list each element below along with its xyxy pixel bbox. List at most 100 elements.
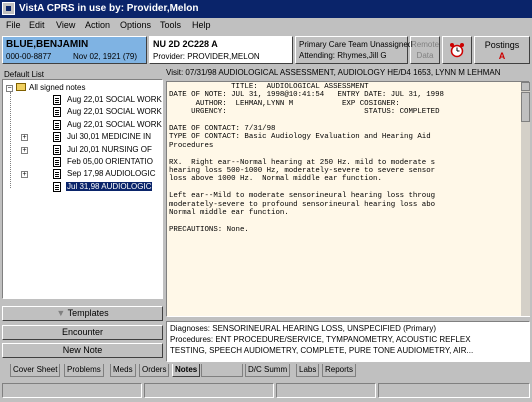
- diagnoses-line: Diagnoses: SENSORINEURAL HEARING LOSS, U…: [170, 324, 436, 333]
- note-line: loss above 1000 Hz. Normal middle ear fu…: [169, 175, 382, 184]
- templates-button[interactable]: ▼ Templates: [2, 306, 163, 321]
- tab-notes[interactable]: Notes: [172, 364, 201, 377]
- note-line: RX. Right ear--Normal hearing at 250 Hz.…: [169, 158, 436, 167]
- status-cell-2: [144, 383, 274, 398]
- folder-icon: [16, 83, 26, 91]
- note-document-icon: [53, 95, 61, 105]
- provider-name: Provider: PROVIDER,MELON: [153, 52, 260, 61]
- tree-note-label: Jul 30,01 MEDICINE IN: [67, 132, 152, 142]
- new-note-button[interactable]: New Note: [2, 343, 163, 358]
- postings-flag: A: [498, 51, 506, 61]
- menu-bar: File Edit View Action Options Tools Help: [0, 18, 532, 34]
- attending-name: Attending: Rhymes,Jill G: [299, 51, 387, 60]
- status-cell-4: [378, 383, 530, 398]
- encounter-label: Encounter: [61, 327, 104, 337]
- note-document-icon: [53, 119, 61, 130]
- note-document-icon: [53, 132, 61, 143]
- primary-care-button[interactable]: Primary Care Team Unassigned Attending: …: [295, 36, 412, 64]
- remote-data-button[interactable]: Remote Data: [410, 36, 440, 64]
- note-document-icon: [53, 157, 61, 167]
- tree-note-label: Jul 20,01 NURSING OF: [67, 144, 152, 154]
- tab-consults[interactable]: [201, 364, 243, 377]
- app-icon[interactable]: [2, 2, 15, 15]
- new-note-label: New Note: [62, 345, 103, 355]
- menu-view[interactable]: View: [56, 20, 75, 30]
- tab-problems[interactable]: Problems: [64, 364, 104, 377]
- tab-meds[interactable]: Meds: [110, 364, 136, 377]
- scroll-thumb[interactable]: [521, 92, 530, 122]
- note-line: TYPE OF CONTACT: Basic Audiology Evaluat…: [169, 133, 431, 142]
- menu-action[interactable]: Action: [85, 20, 110, 30]
- menu-file[interactable]: File: [6, 20, 21, 30]
- menu-options[interactable]: Options: [120, 20, 151, 30]
- note-document-icon: [53, 169, 61, 180]
- window-title: VistA CPRS in use by: Provider,Melon: [19, 3, 199, 14]
- remote-label: Remote: [411, 40, 440, 49]
- patient-ssn: 000-00-8877: [6, 52, 52, 61]
- notes-tree[interactable]: − All signed notes Aug 22,01 SOCIAL WORK…: [2, 79, 163, 299]
- status-bar: [0, 380, 532, 402]
- chart-tabs: Cover Sheet Problems Meds Orders Notes D…: [0, 364, 532, 377]
- note-line: DATE OF NOTE: JUL 31, 1998@10:41:54 ENTR…: [169, 91, 444, 100]
- tree-note-label: Aug 22,01 SOCIAL WORK: [67, 95, 162, 104]
- note-text-area[interactable]: TITLE: AUDIOLOGICAL ASSESSMENT DATE OF N…: [166, 81, 530, 317]
- status-cell-3: [276, 383, 376, 398]
- note-scrollbar[interactable]: [521, 82, 530, 316]
- alarm-clock-icon: [450, 43, 464, 58]
- note-line: URGENCY: STATUS: COMPLETED: [169, 108, 440, 117]
- menu-tools[interactable]: Tools: [160, 20, 181, 30]
- visit-header: Visit: 07/31/98 AUDIOLOGICAL ASSESSMENT,…: [166, 68, 501, 77]
- tree-note-label: Feb 05,00 ORIENTATIO: [67, 157, 153, 166]
- note-line: AUTHOR: LEHMAN,LYNN M EXP COSIGNER:: [169, 99, 400, 108]
- procedures-line-2: TESTING, SPEECH AUDIOMETRY, COMPLETE, PU…: [170, 346, 474, 355]
- tab-reports[interactable]: Reports: [322, 364, 357, 377]
- postings-label: Postings: [484, 40, 520, 50]
- note-line: PRECAUTIONS: None.: [169, 225, 249, 234]
- title-bar: VistA CPRS in use by: Provider,Melon: [0, 0, 532, 18]
- patient-name: BLUE,BENJAMIN: [6, 39, 89, 50]
- tree-line: [10, 92, 12, 188]
- procedures-line-1: Procedures: ENT PROCEDURE/SERVICE, TYMPA…: [170, 335, 471, 344]
- primary-care-team: Primary Care Team Unassigned: [299, 40, 413, 49]
- note-line: DATE OF CONTACT: 7/31/98: [169, 125, 276, 134]
- tree-note-label: Aug 22,01 SOCIAL WORK: [67, 119, 162, 129]
- tree-note-label: Aug 22,01 SOCIAL WORK: [67, 107, 162, 117]
- postings-button[interactable]: Postings A: [474, 36, 530, 64]
- tree-note-label: Jul 31,98 AUDIOLOGIC: [66, 181, 153, 191]
- clinical-alert-button[interactable]: [442, 36, 472, 64]
- tab-labs[interactable]: Labs: [296, 364, 320, 377]
- location-button[interactable]: NU 2D 2C228 A Provider: PROVIDER,MELON: [149, 36, 293, 64]
- note-text: TITLE: AUDIOLOGICAL ASSESSMENT DATE OF N…: [169, 83, 509, 310]
- tab-orders[interactable]: Orders: [139, 364, 170, 377]
- note-line: Procedures: [169, 141, 214, 150]
- tree-note-label: Sep 17,98 AUDIOLOGIC: [67, 169, 156, 179]
- status-cell-1: [2, 383, 142, 398]
- remote-label-data: Data: [416, 51, 434, 60]
- notes-list-title: Default List: [4, 70, 45, 79]
- templates-arrow-icon: ▼: [56, 308, 66, 318]
- tab-dc-summ[interactable]: D/C Summ: [245, 364, 291, 377]
- tab-cover-sheet[interactable]: Cover Sheet: [10, 364, 61, 377]
- expand-icon[interactable]: +: [21, 171, 28, 179]
- ward-location: NU 2D 2C228 A: [153, 39, 218, 49]
- encounter-button[interactable]: Encounter: [2, 325, 163, 340]
- menu-edit[interactable]: Edit: [29, 20, 45, 30]
- patient-dob: Nov 02, 1921 (79): [73, 52, 138, 61]
- note-document-icon: [53, 107, 61, 118]
- note-line: moderately-severe to profound sensorineu…: [169, 200, 436, 209]
- note-line: TITLE: AUDIOLOGICAL ASSESSMENT: [169, 83, 369, 91]
- note-document-icon: [53, 144, 61, 155]
- note-line: Left ear--Mild to moderate sensorineural…: [169, 192, 436, 201]
- note-document-icon: [53, 181, 61, 192]
- encounter-diagnoses-box: Diagnoses: SENSORINEURAL HEARING LOSS, U…: [166, 321, 530, 362]
- note-line: Normal middle ear function.: [169, 209, 289, 218]
- templates-label: Templates: [67, 308, 109, 318]
- expand-icon[interactable]: +: [21, 134, 28, 142]
- tree-root-label: All signed notes: [29, 83, 86, 92]
- menu-help[interactable]: Help: [192, 20, 211, 30]
- scroll-up-arrow-icon[interactable]: [521, 82, 530, 91]
- expand-icon[interactable]: +: [21, 146, 28, 154]
- patient-info-button[interactable]: BLUE,BENJAMIN 000-00-8877 Nov 02, 1921 (…: [2, 36, 147, 64]
- collapse-icon[interactable]: −: [6, 85, 13, 92]
- note-line: hearing loss 500-1000 Hz, moderately-sev…: [169, 167, 436, 176]
